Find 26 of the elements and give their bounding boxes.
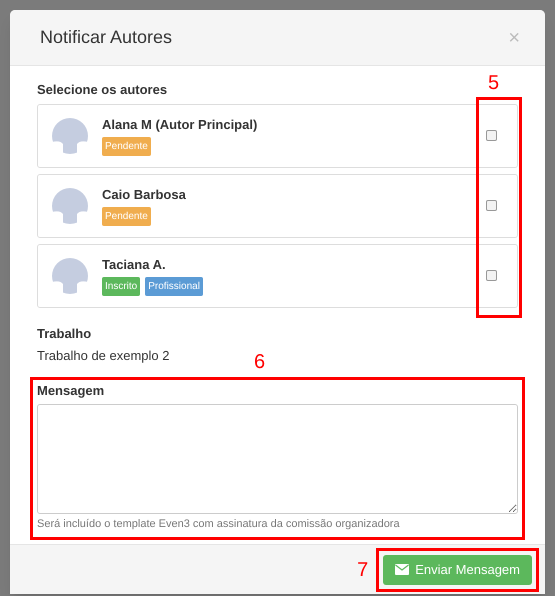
- field-label: Trabalho: [37, 324, 92, 342]
- message-field[interactable]: [37, 404, 518, 514]
- author-name: Taciana A.: [102, 256, 167, 274]
- avatar-icon: [52, 118, 88, 154]
- send-button[interactable]: Enviar Mensagem: [383, 554, 532, 584]
- annotation-number: 6: [254, 350, 266, 374]
- help-text: Será incluído o template Even3 com assinatura da comissão organizadora: [37, 517, 401, 532]
- checkbox[interactable]: [486, 200, 497, 211]
- dialog-title: Notificar Autores: [40, 26, 172, 49]
- checkbox[interactable]: [486, 270, 497, 281]
- avatar-icon: [52, 258, 88, 294]
- checkbox[interactable]: [486, 130, 497, 141]
- author-name: Alana M (Autor Principal): [102, 116, 258, 134]
- status-tag: Pendente: [102, 136, 151, 156]
- avatar-icon: [52, 188, 88, 224]
- close-button[interactable]: ×: [508, 28, 520, 48]
- status-tag: Profissional: [145, 276, 203, 296]
- work-title: Trabalho de exemplo 2: [37, 347, 170, 365]
- status-tag: Pendente: [102, 206, 151, 226]
- author-name: Caio Barbosa: [102, 186, 187, 204]
- status-tag: Inscrito: [102, 276, 140, 296]
- section-label: Selecione os autores: [37, 81, 168, 99]
- field-label: Mensagem: [37, 382, 104, 400]
- envelope-icon: [395, 564, 410, 575]
- annotation-number: 5: [488, 71, 500, 96]
- annotation-number: 7: [357, 558, 368, 582]
